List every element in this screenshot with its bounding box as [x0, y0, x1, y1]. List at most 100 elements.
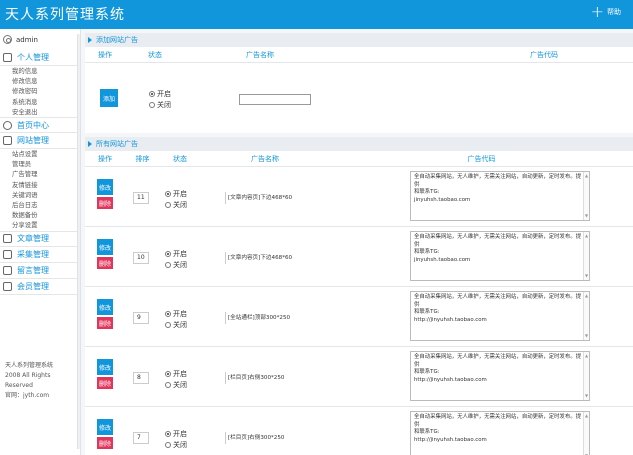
status-on-option[interactable]: 开启 [165, 429, 187, 439]
sidebar-section-messages[interactable]: 留言管理 [0, 263, 80, 279]
status-off-option[interactable]: 关闭 [165, 260, 187, 270]
textarea-scrollbar[interactable] [583, 172, 589, 220]
sidebar-item[interactable]: 后台日志 [12, 200, 80, 210]
sidebar-item[interactable]: 修改信息 [12, 76, 80, 86]
sidebar-item[interactable]: 我的信息 [12, 66, 80, 76]
triangle-icon [88, 141, 92, 147]
edit-button[interactable]: 修改 [97, 359, 113, 375]
panel-header: 添加网站广告 [85, 33, 633, 47]
sidebar-item[interactable]: 安全退出 [12, 107, 80, 117]
sidebar-section-home[interactable]: 首页中心 [0, 117, 80, 134]
sort-input[interactable]: 8 [133, 372, 149, 384]
status-off-option[interactable]: 关闭 [149, 100, 171, 110]
panel-header: 所有网站广告 [85, 137, 633, 151]
textarea-scrollbar[interactable] [583, 352, 589, 400]
status-on-option[interactable]: 开启 [165, 189, 187, 199]
ad-code-textarea[interactable]: 全自动采集网站，无人维护，无需关注网站，自动更新，定时发布。提供 和联系TG: … [410, 291, 590, 341]
sidebar-sub-personal: 我的信息 修改信息 修改密码 系统消息 安全退出 [0, 66, 80, 117]
edit-button[interactable]: 修改 [97, 179, 113, 195]
sidebar-user[interactable]: admin [0, 29, 80, 50]
sidebar-section-site[interactable]: 网站管理 [0, 133, 80, 150]
sidebar-item[interactable]: 修改密码 [12, 86, 80, 96]
textarea-scrollbar[interactable] [583, 232, 589, 280]
sidebar-item[interactable]: 管理员 [12, 159, 80, 169]
sidebar-section-label: 采集管理 [17, 249, 49, 259]
sort-input[interactable]: 9 [133, 312, 149, 324]
radio-icon [149, 91, 155, 97]
col-header: 状态 [148, 50, 162, 59]
code-line: jinyuhsh.taobao.com [414, 196, 471, 203]
radio-icon [165, 251, 171, 257]
status-off-option[interactable]: 关闭 [165, 320, 187, 330]
status-on-option[interactable]: 开启 [165, 249, 187, 259]
sidebar-item[interactable]: 关键词语 [12, 190, 80, 200]
option-label: 关闭 [173, 441, 187, 449]
ad-name-field[interactable]: [全站通栏]顶部300*250 [225, 312, 333, 324]
textarea-scrollbar[interactable] [583, 292, 589, 340]
radio-icon [165, 322, 171, 328]
sidebar-item[interactable]: 数据备份 [12, 210, 80, 220]
sidebar-section-personal[interactable]: 个人管理 [0, 50, 80, 66]
status-on-option[interactable]: 开启 [165, 309, 187, 319]
ad-code-textarea[interactable]: 全自动采集网站，无人维护，无需关注网站，自动更新，定时发布。提供 和联系TG: … [410, 171, 590, 221]
sort-input[interactable]: 7 [133, 432, 149, 444]
gear-icon [3, 35, 12, 44]
delete-button[interactable]: 删除 [97, 257, 113, 269]
sidebar-item[interactable]: 友情链接 [12, 180, 80, 190]
radio-icon [165, 382, 171, 388]
code-line: 全自动采集网站，无人维护，无需关注网站，自动更新，定时发布。提供 [414, 354, 582, 368]
ad-name-field[interactable]: [文章内容页]下边468*60 [225, 252, 333, 264]
help-button[interactable]: + 帮助 [591, 4, 621, 20]
ad-name-field[interactable]: [文章内容页]下边468*60 [225, 192, 333, 204]
status-on-option[interactable]: 开启 [165, 369, 187, 379]
col-header: 广告代码 [530, 50, 558, 59]
option-label: 关闭 [173, 381, 187, 389]
status-off-option[interactable]: 关闭 [165, 200, 187, 210]
textarea-scrollbar[interactable] [583, 412, 589, 455]
status-radio: 开启 关闭 [165, 249, 187, 270]
ad-code-textarea[interactable]: 全自动采集网站，无人维护，无需关注网站，自动更新，定时发布。提供 和联系TG: … [410, 351, 590, 401]
sidebar-scrollbar[interactable] [77, 34, 80, 449]
code-line: 和联系TG: [414, 429, 440, 436]
edit-button[interactable]: 修改 [97, 299, 113, 315]
sidebar-section-collect[interactable]: 采集管理 [0, 247, 80, 263]
delete-button[interactable]: 删除 [97, 437, 113, 449]
sidebar-item[interactable]: 分享设置 [12, 220, 80, 230]
status-radio: 开启 关闭 [165, 429, 187, 450]
add-button[interactable]: 添加 [100, 89, 118, 107]
radio-icon [165, 202, 171, 208]
edit-button[interactable]: 修改 [97, 239, 113, 255]
delete-button[interactable]: 删除 [97, 377, 113, 389]
status-off-option[interactable]: 关闭 [165, 380, 187, 390]
ad-name-field[interactable]: [栏目页]右侧300*250 [225, 372, 333, 384]
delete-button[interactable]: 删除 [97, 197, 113, 209]
sidebar-section-label: 文章管理 [17, 234, 49, 244]
site-icon [3, 136, 12, 146]
ad-code-textarea[interactable]: 全自动采集网站，无人维护，无需关注网站，自动更新，定时发布。提供 和联系TG: … [410, 411, 590, 455]
option-label: 开启 [173, 430, 187, 438]
edit-button[interactable]: 修改 [97, 419, 113, 435]
code-line: jinyuhsh.taobao.com [414, 256, 471, 263]
article-icon [3, 234, 12, 244]
status-off-option[interactable]: 关闭 [165, 440, 187, 450]
ad-name-field[interactable]: [栏目页]右侧300*250 [225, 432, 333, 444]
code-line: http://jinyuhsh.taobao.com [414, 436, 487, 443]
sidebar-section-members[interactable]: 会员管理 [0, 279, 80, 295]
footer-line: 官网：jyth.com [5, 392, 50, 399]
sidebar-item[interactable]: 系统消息 [12, 97, 80, 107]
sidebar-item[interactable]: 广告管理 [12, 169, 80, 179]
sidebar-item[interactable]: 站点设置 [12, 149, 80, 159]
ad-name-input[interactable] [239, 94, 311, 105]
ad-code-textarea[interactable]: 全自动采集网站，无人维护，无需关注网站，自动更新，定时发布。提供 和联系TG: … [410, 231, 590, 281]
option-label: 关闭 [157, 101, 171, 109]
sort-input[interactable]: 11 [133, 192, 149, 204]
code-line: 全自动采集网站，无人维护，无需关注网站，自动更新，定时发布。提供 [414, 294, 582, 308]
status-on-option[interactable]: 开启 [149, 89, 171, 99]
table-row: 修改 删除 8 开启 关闭 [栏目页]右侧300*250 全自动采集网站，无人维… [85, 347, 633, 407]
panel-title: 添加网站广告 [96, 36, 138, 44]
sidebar-section-articles[interactable]: 文章管理 [0, 230, 80, 247]
col-header: 排序 [135, 154, 150, 163]
delete-button[interactable]: 删除 [97, 317, 113, 329]
radio-icon [149, 102, 155, 108]
sort-input[interactable]: 10 [133, 252, 149, 264]
